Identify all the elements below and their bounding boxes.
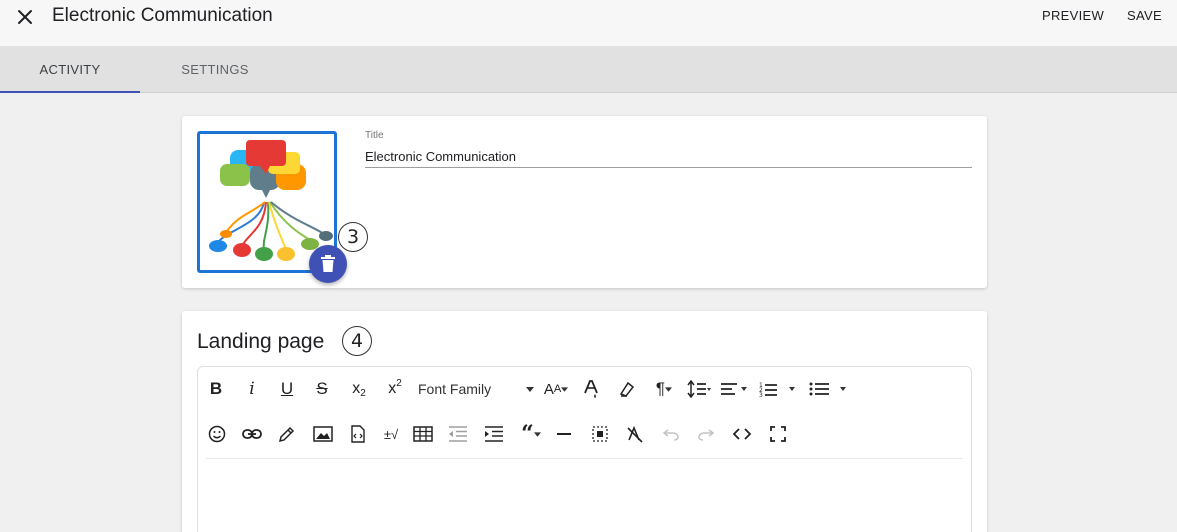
pencil-icon[interactable] [276, 417, 298, 451]
activity-details-card: 3 Title [182, 116, 987, 288]
editor-divider [206, 458, 963, 459]
page-title: Electronic Communication [52, 5, 273, 26]
code-view-icon[interactable] [730, 417, 754, 451]
title-input[interactable] [365, 146, 972, 168]
editor-toolbar-row-1: B i U S x2 x2 Font Family AA ¶ 1 2 3 [198, 372, 971, 406]
svg-text:3: 3 [759, 392, 763, 398]
subscript-icon[interactable]: x2 [348, 372, 370, 406]
save-button[interactable]: SAVE [1127, 8, 1162, 23]
line-height-icon[interactable] [684, 372, 714, 406]
font-family-label: Font Family [418, 381, 492, 397]
fullscreen-icon[interactable] [768, 417, 788, 451]
ordered-list-icon[interactable]: 123 [758, 372, 798, 406]
unordered-list-icon[interactable] [808, 372, 850, 406]
trash-icon[interactable] [309, 245, 347, 283]
quote-icon[interactable]: “ [514, 417, 548, 451]
rich-text-editor[interactable]: B i U S x2 x2 Font Family AA ¶ 1 2 3 ±√ … [197, 366, 972, 532]
indent-icon[interactable] [482, 417, 506, 451]
tab-activity[interactable]: ACTIVITY [0, 46, 140, 93]
top-bar: Electronic Communication PREVIEW SAVE [0, 0, 1177, 46]
redo-icon[interactable] [695, 417, 717, 451]
landing-page-card: Landing page 4 B i U S x2 x2 Font Family… [182, 311, 987, 532]
tab-settings[interactable]: SETTINGS [140, 46, 290, 92]
superscript-icon[interactable]: x2 [384, 372, 406, 406]
outdent-icon[interactable] [446, 417, 470, 451]
special-characters-icon[interactable]: ±√ [380, 417, 402, 451]
undo-icon[interactable] [660, 417, 682, 451]
paragraph-format-icon[interactable]: ¶ [650, 372, 678, 406]
callout-marker: 3 [338, 222, 368, 252]
table-icon[interactable] [411, 417, 435, 451]
align-icon[interactable] [718, 372, 750, 406]
link-icon[interactable] [240, 417, 264, 451]
section-heading: Landing page [197, 330, 325, 353]
text-color-icon[interactable] [580, 372, 602, 406]
tab-bar: ACTIVITY SETTINGS [0, 46, 1177, 93]
close-icon[interactable] [14, 6, 36, 28]
bold-icon[interactable]: B [206, 372, 226, 406]
title-label: Title [365, 130, 384, 141]
underline-icon[interactable]: U [277, 372, 297, 406]
callout-marker: 4 [342, 326, 372, 356]
horizontal-line-icon[interactable] [554, 417, 574, 451]
editor-toolbar-row-2: ±√ “ [198, 417, 971, 451]
font-size-icon[interactable]: AA [540, 372, 572, 406]
font-family-dropdown[interactable]: Font Family [418, 372, 538, 406]
select-all-icon[interactable] [590, 417, 610, 451]
strikethrough-icon[interactable]: S [312, 372, 332, 406]
highlight-icon[interactable] [616, 372, 638, 406]
clear-formatting-icon[interactable] [624, 417, 646, 451]
image-icon[interactable] [311, 417, 335, 451]
italic-icon[interactable]: i [242, 372, 262, 406]
file-icon[interactable] [348, 417, 368, 451]
preview-button[interactable]: PREVIEW [1042, 8, 1104, 23]
emoticon-icon[interactable] [206, 417, 228, 451]
